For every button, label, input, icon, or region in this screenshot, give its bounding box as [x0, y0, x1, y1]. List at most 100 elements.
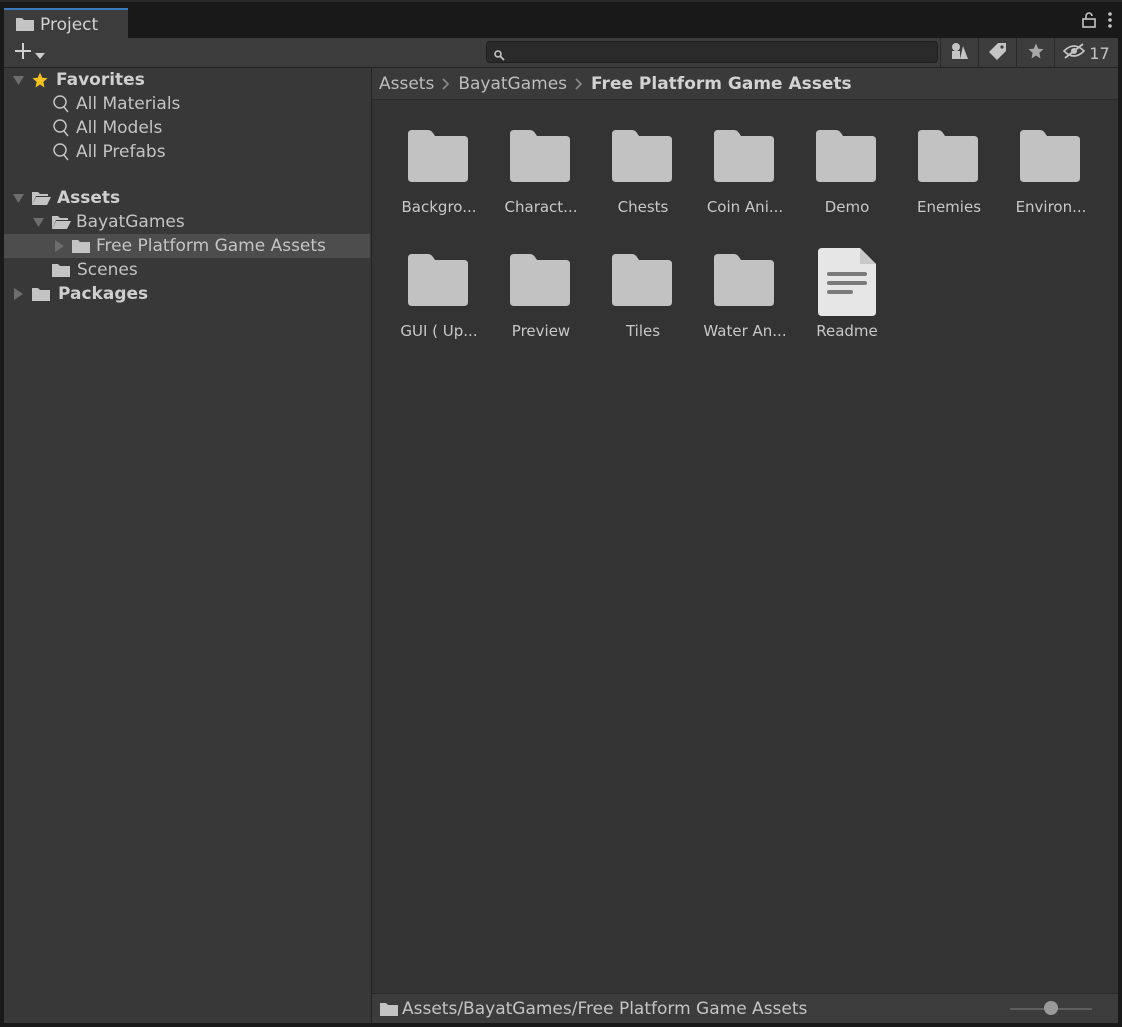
asset-item[interactable]: Enemies	[898, 128, 1000, 238]
tree-item-all-materials[interactable]: All Materials	[4, 92, 370, 116]
save-search-button[interactable]	[1016, 38, 1054, 68]
tree-item-label: BayatGames	[76, 212, 185, 232]
search-icon	[53, 119, 69, 137]
hidden-packages-toggle[interactable]: 17	[1054, 38, 1118, 68]
tab-label: Project	[40, 15, 99, 35]
search-by-type-button[interactable]	[940, 38, 978, 68]
tree-item-assets[interactable]: Assets	[4, 186, 370, 210]
search-by-label-button[interactable]	[978, 38, 1016, 68]
tree-item-label: All Materials	[76, 94, 181, 114]
asset-browser[interactable]: Assets BayatGames Free Platform Game Ass…	[372, 68, 1118, 993]
chevron-down-icon	[35, 44, 45, 63]
asset-name: Coin Ani...	[706, 198, 784, 216]
tree-item-label: All Models	[76, 118, 163, 138]
breadcrumb-assets[interactable]: Assets	[379, 74, 434, 94]
asset-name: GUI ( Up...	[400, 322, 478, 340]
asset-name: Water An...	[703, 322, 787, 340]
chevron-right-icon	[442, 77, 450, 90]
plus-icon	[14, 42, 32, 64]
asset-item[interactable]: Water An...	[694, 252, 796, 362]
tree-item-packages[interactable]: Packages	[4, 282, 370, 306]
asset-item[interactable]: Chests	[592, 128, 694, 238]
text-document-icon	[814, 248, 878, 316]
asset-item[interactable]: Preview	[490, 252, 592, 362]
asset-name: Environ...	[1015, 198, 1087, 216]
asset-name: Enemies	[916, 198, 982, 216]
search-icon	[53, 143, 69, 161]
shapes-icon	[950, 42, 970, 64]
search-icon	[53, 95, 69, 113]
folder-icon	[380, 1002, 398, 1016]
folder-icon	[16, 16, 34, 35]
expanded-arrow-icon[interactable]	[11, 191, 25, 205]
create-button[interactable]	[14, 42, 58, 64]
star-icon	[31, 71, 49, 89]
lock-icon[interactable]	[1082, 12, 1096, 32]
asset-item[interactable]: Demo	[796, 128, 898, 238]
asset-name: Chests	[617, 198, 669, 216]
collapsed-arrow-icon[interactable]	[11, 287, 25, 301]
folder-icon	[916, 128, 980, 184]
status-bar: Assets/BayatGames/Free Platform Game Ass…	[372, 993, 1118, 1023]
chevron-right-icon	[575, 77, 583, 90]
folder-icon	[406, 128, 470, 184]
tree-item-label: Scenes	[77, 260, 138, 280]
star-icon	[1027, 42, 1045, 64]
tree-item-label: Packages	[58, 284, 149, 304]
breadcrumb-current[interactable]: Free Platform Game Assets	[591, 74, 852, 94]
window-tab-strip: Project	[0, 0, 1122, 40]
breadcrumb: Assets BayatGames Free Platform Game Ass…	[372, 68, 1118, 100]
asset-item[interactable]: Tiles	[592, 252, 694, 362]
search-input[interactable]	[486, 41, 938, 63]
selected-path: Assets/BayatGames/Free Platform Game Ass…	[402, 998, 808, 1019]
tree-item-label: Free Platform Game Assets	[96, 236, 326, 256]
collapsed-arrow-icon[interactable]	[52, 239, 66, 253]
folder-icon	[1018, 128, 1082, 184]
tag-icon	[988, 42, 1007, 64]
slider-thumb[interactable]	[1044, 1001, 1058, 1015]
folder-icon	[712, 252, 776, 308]
open-folder-icon	[51, 214, 71, 230]
asset-name: Demo	[824, 198, 870, 216]
asset-item[interactable]: Backgro...	[388, 128, 490, 238]
tree-item-free-platform-game-assets[interactable]: Free Platform Game Assets	[4, 234, 370, 258]
tree-item-bayatgames[interactable]: BayatGames	[4, 210, 370, 234]
asset-item[interactable]: Coin Ani...	[694, 128, 796, 238]
folder-icon	[52, 263, 70, 277]
tree-item-label: Favorites	[56, 70, 145, 90]
asset-name: Backgro...	[401, 198, 477, 216]
asset-item[interactable]: Charact...	[490, 128, 592, 238]
expanded-arrow-icon[interactable]	[11, 73, 25, 87]
open-folder-icon	[31, 190, 51, 206]
tree-item-all-prefabs[interactable]: All Prefabs	[4, 140, 370, 164]
asset-item[interactable]: Environ...	[1000, 128, 1102, 238]
folder-icon	[406, 252, 470, 308]
tree-item-scenes[interactable]: Scenes	[4, 258, 370, 282]
asset-item[interactable]: GUI ( Up...	[388, 252, 490, 362]
folder-icon	[610, 252, 674, 308]
breadcrumb-bayatgames[interactable]: BayatGames	[458, 74, 567, 94]
tree-item-label: Assets	[57, 188, 121, 208]
asset-name: Charact...	[504, 198, 578, 216]
project-toolbar: 17	[4, 38, 1118, 68]
icon-size-slider[interactable]	[1010, 1001, 1092, 1017]
search-icon	[494, 46, 505, 65]
asset-item[interactable]: Readme	[796, 248, 898, 362]
eye-slash-icon	[1063, 43, 1086, 63]
tree-item-all-models[interactable]: All Models	[4, 116, 370, 140]
folder-icon	[712, 128, 776, 184]
folder-icon	[72, 239, 90, 253]
expanded-arrow-icon[interactable]	[31, 215, 45, 229]
asset-name: Readme	[816, 322, 878, 340]
kebab-menu-icon[interactable]	[1108, 12, 1112, 32]
folder-icon	[32, 287, 50, 301]
asset-name: Tiles	[625, 322, 661, 340]
folder-icon	[508, 128, 572, 184]
hidden-package-count: 17	[1089, 43, 1110, 63]
project-folder-tree[interactable]: Favorites All Materials All Models All P…	[4, 68, 372, 1023]
folder-icon	[508, 252, 572, 308]
folder-icon	[814, 128, 878, 184]
tree-item-favorites[interactable]: Favorites	[4, 68, 370, 92]
folder-icon	[610, 128, 674, 184]
tab-project[interactable]: Project	[4, 8, 128, 40]
